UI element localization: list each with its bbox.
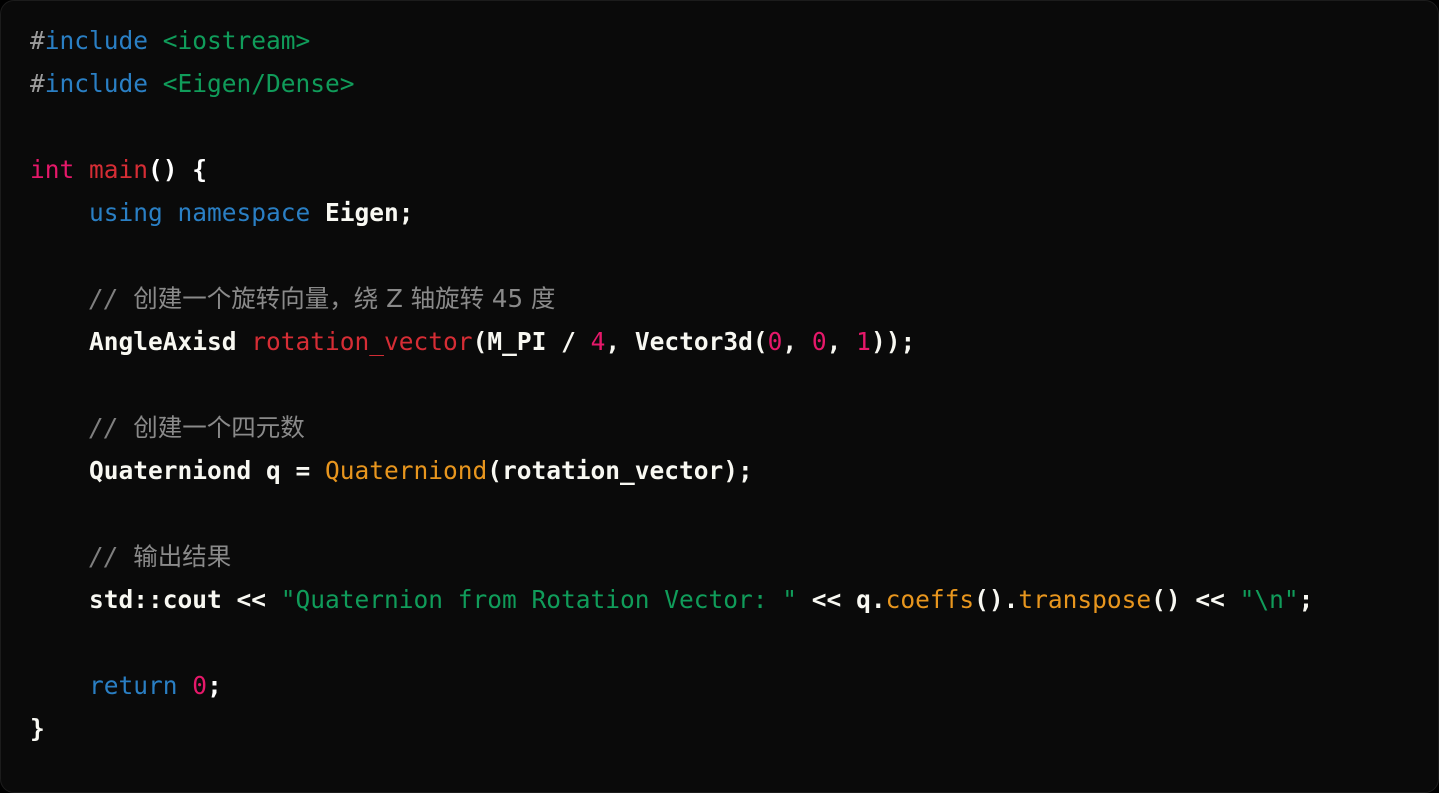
code-line-14: std::cout << "Quaternion from Rotation V…	[30, 578, 1313, 621]
args-mid-vector3d: , Vector3d(	[605, 327, 768, 356]
code-line-1: #include <iostream>	[30, 19, 1313, 62]
method-coeffs: coeffs	[885, 585, 975, 614]
closing-brace: }	[30, 714, 45, 743]
number-0-x: 0	[767, 327, 783, 356]
code-line-9-blank	[30, 363, 1313, 406]
preprocessor-directive: include	[44, 26, 149, 55]
type-angleaxisd: AngleAxisd	[89, 327, 237, 356]
keyword-using-namespace: using namespace	[89, 198, 311, 227]
string-literal-newline: "\n"	[1239, 585, 1299, 614]
preprocessor-hash: #	[30, 69, 45, 98]
semicolon: ;	[1298, 585, 1314, 614]
code-line-4: int main() {	[30, 148, 1313, 191]
code-line-5: using namespace Eigen;	[30, 191, 1313, 234]
string-literal-label: "Quaternion from Rotation Vector: "	[280, 585, 798, 614]
variable-rotation-vector: rotation_vector	[251, 327, 473, 356]
code-line-10: // 创建一个四元数	[30, 406, 1313, 449]
code-line-16: return 0;	[30, 664, 1313, 707]
stream-operator: <<	[797, 585, 857, 614]
number-4: 4	[590, 327, 606, 356]
header-name-eigen-dense: <Eigen/Dense>	[162, 69, 355, 98]
number-0-return: 0	[192, 671, 208, 700]
code-line-13: // 输出结果	[30, 535, 1313, 578]
keyword-int: int	[30, 155, 75, 184]
punctuation: () <<	[1151, 585, 1240, 614]
punctuation: ().	[974, 585, 1019, 614]
namespace-eigen: Eigen;	[325, 198, 414, 227]
code-line-12-blank	[30, 492, 1313, 535]
code-line-15-blank	[30, 621, 1313, 664]
preprocessor-hash: #	[30, 26, 45, 55]
code-block: #include <iostream> #include <Eigen/Dense…	[30, 19, 1313, 750]
code-content: #include <iostream> #include <Eigen/Dense…	[30, 19, 1313, 750]
number-0-y: 0	[811, 327, 827, 356]
preprocessor-directive: include	[44, 69, 149, 98]
comment-text-quaternion: 创建一个四元数	[133, 413, 305, 442]
semicolon: ;	[207, 671, 222, 700]
number-1-z: 1	[856, 327, 871, 356]
constructor-call-quaterniond: Quaterniond	[325, 456, 488, 485]
object-q: q.	[856, 585, 886, 614]
code-snippet-card: #include <iostream> #include <Eigen/Dense…	[0, 0, 1439, 793]
comma: ,	[826, 327, 857, 356]
comment-text-output-result: 输出结果	[133, 542, 232, 571]
comment-text-rotation-vector: 创建一个旋转向量，绕 Z 轴旋转 45 度	[133, 284, 556, 313]
declaration-quaterniond-q: Quaterniond q =	[89, 456, 326, 485]
code-line-7: // 创建一个旋转向量，绕 Z 轴旋转 45 度	[30, 277, 1313, 320]
header-name-iostream: <iostream>	[162, 26, 311, 55]
code-line-6-blank	[30, 234, 1313, 277]
code-line-3-blank	[30, 105, 1313, 148]
comment-slashes: //	[89, 413, 134, 442]
args-close: ));	[870, 327, 916, 356]
method-transpose: transpose	[1018, 585, 1152, 614]
comma: ,	[782, 327, 812, 356]
keyword-return: return	[89, 671, 178, 700]
stream-std-cout: std::cout <<	[89, 585, 281, 614]
code-line-2: #include <Eigen/Dense>	[30, 62, 1313, 105]
code-line-17: }	[30, 707, 1313, 750]
comment-slashes: //	[89, 284, 134, 313]
args-open: (M_PI /	[472, 327, 591, 356]
function-name-main: main	[89, 155, 149, 184]
comment-slashes: //	[89, 542, 134, 571]
punctuation: () {	[148, 155, 208, 184]
code-line-8: AngleAxisd rotation_vector(M_PI / 4, Vec…	[30, 320, 1313, 363]
constructor-args: (rotation_vector);	[487, 456, 753, 485]
code-line-11: Quaterniond q = Quaterniond(rotation_vec…	[30, 449, 1313, 492]
